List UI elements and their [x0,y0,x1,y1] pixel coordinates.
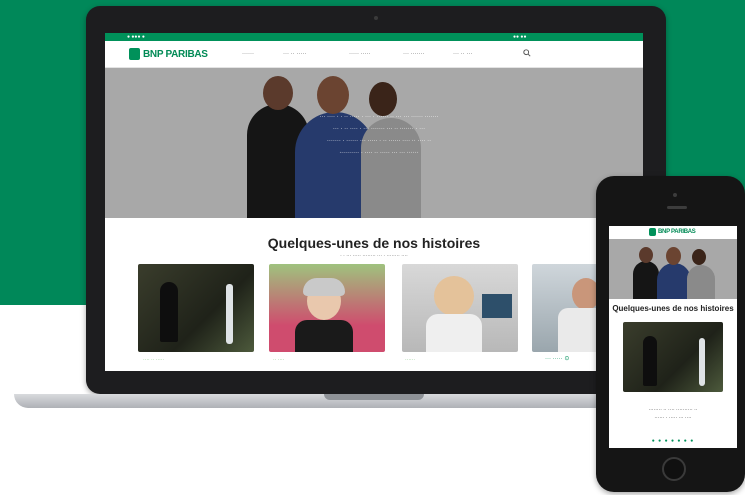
hero-text-line-1: ··· ···· · · ·· ····· · ··· · ······ ·· … [319,114,439,120]
hero-person-left-head [263,76,293,110]
phone-story-image [623,322,723,392]
section-subtitle: · · ··· ····· ········ ··· · ········ ··… [340,253,408,259]
search-icon[interactable] [523,49,531,57]
carousel-next-link[interactable]: ··· ····· ⊙ [545,355,569,362]
phone-story-card[interactable] [623,322,723,392]
story-person-1 [160,282,178,342]
phone-hero-person-right-head [692,249,706,265]
hero-person-right [361,118,421,218]
hero-person-center-head [317,76,349,114]
waterfall-shape [226,284,233,344]
phone-logo-mark-icon [649,228,656,236]
story-person-3-body [426,314,482,352]
phone-speaker [667,206,687,209]
phone-section-title: Quelques-unes de nos histoires [612,304,734,313]
phone-story-person [643,336,657,386]
laptop-notch [324,394,424,400]
main-navbar: BNP PARIBAS ······ ··· ·· ····· ····· ··… [105,41,643,68]
story-image-forest [138,264,254,352]
office-monitor [482,294,512,318]
story-card-3[interactable] [402,264,518,352]
nav-item-1[interactable]: ······ [242,51,254,57]
hero-person-right-head [369,82,397,116]
story-card-2-caption[interactable]: ·· ···· [273,357,284,363]
phone-header: BNP PARIBAS [609,226,737,240]
hero-text-line-2: ··· · ·· ···· · ··· ······· ··· ·· ·····… [332,126,426,132]
phone-screen: BNP PARIBAS Quelques-unes de nos histoir… [609,226,737,448]
laptop-screen: ● ●●● ● ●● ●● BNP PARIBAS ······ ··· ·· … [105,33,643,371]
phone-caption-line-1: ········ ·· ···· ·········· ·· [648,407,698,413]
phone-hero-person-center-head [666,247,681,265]
top-bar-right-links[interactable]: ●● ●● [513,34,526,40]
story-person-2-body [295,320,353,352]
brand-logo[interactable]: BNP PARIBAS [129,47,208,61]
hero-text-line-4: ·········· · ···· ·· ····· ··· ··· ·····… [339,150,419,156]
phone-logo-text: BNP PARIBAS [658,229,696,235]
phone-hero-banner [609,239,737,299]
phone-home-button[interactable] [662,457,686,481]
story-card-2[interactable] [269,264,385,352]
phone-hero-person-left [633,261,659,299]
hero-text-line-3: ······· · ······ ··· ····· · ·· ······ ·… [326,138,432,144]
phone-carousel-dots[interactable]: ● ● ● ● ● ● ● [609,438,737,444]
top-bar-left-links[interactable]: ● ●●● ● [127,34,145,40]
top-utility-bar: ● ●●● ● ●● ●● [105,33,643,41]
phone-hero-person-right [687,265,715,299]
story-card-1-caption[interactable]: ···· ·· ····· [143,357,164,363]
section-title: Quelques-unes de nos histoires [267,235,481,251]
laptop-camera [374,16,378,20]
phone-caption-line-2: ······ · ····· ··· ···· [654,415,692,421]
logo-mark-icon [129,48,140,60]
phone-waterfall-shape [699,338,705,386]
story-person-2-hair [303,278,345,296]
phone-hero-person-left-head [639,247,653,263]
phone-brand-logo[interactable]: BNP PARIBAS [649,228,696,236]
phone-camera [673,193,677,197]
nav-item-5[interactable]: ··· ·· ··· [453,51,472,57]
hero-banner: ··· ···· · · ·· ····· · ··· · ······ ·· … [105,68,643,218]
story-card-1[interactable] [138,264,254,352]
nav-item-3[interactable]: ····· ····· [349,51,371,57]
nav-item-4[interactable]: ··· ······· [403,51,425,57]
story-person-3-head [434,276,474,316]
phone-hero-person-center [657,263,691,299]
story-card-3-caption[interactable]: ······ [405,357,415,363]
nav-item-2[interactable]: ··· ·· ····· [283,51,306,57]
logo-text: BNP PARIBAS [143,48,208,60]
